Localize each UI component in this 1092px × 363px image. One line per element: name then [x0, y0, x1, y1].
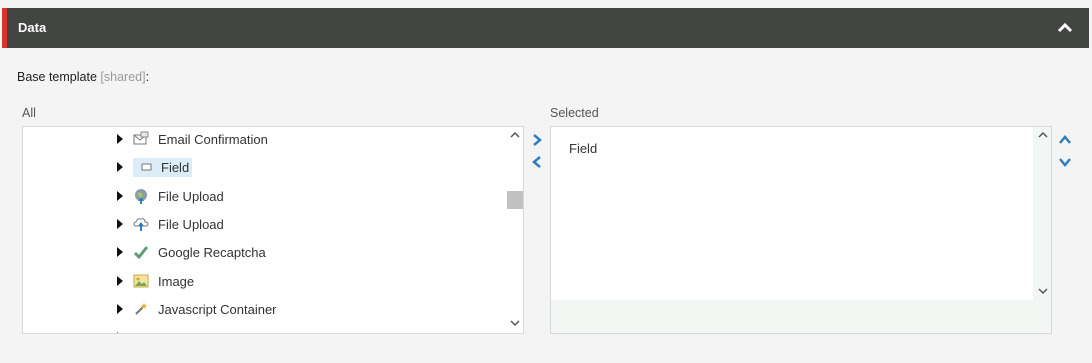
- selected-item-field[interactable]: Field: [569, 141, 597, 156]
- selected-templates-list[interactable]: Field: [550, 126, 1052, 334]
- selected-list-scrollbar[interactable]: [1034, 127, 1051, 333]
- expand-arrow-icon[interactable]: [117, 162, 123, 172]
- cloud-upload-icon: [133, 218, 149, 231]
- expand-arrow-icon[interactable]: [117, 219, 123, 229]
- expand-arrow-icon[interactable]: [117, 304, 123, 314]
- expand-arrow-icon[interactable]: [117, 134, 123, 144]
- all-list-scrollbar[interactable]: [506, 127, 523, 333]
- globe-upload-icon: [135, 189, 147, 204]
- section-title: Data: [18, 20, 47, 35]
- expand-arrow-icon[interactable]: [117, 191, 123, 201]
- move-down-icon[interactable]: [1058, 156, 1072, 168]
- selected-list-heading: Selected: [550, 106, 599, 120]
- tree-item-google-recaptcha[interactable]: Google Recaptcha: [117, 241, 269, 263]
- image-icon: [133, 274, 149, 288]
- header-accent-bar: [2, 8, 7, 48]
- move-left-icon[interactable]: [531, 155, 543, 169]
- all-list-heading: All: [22, 106, 36, 120]
- tree-item-image[interactable]: Image: [117, 270, 197, 292]
- tree-item-file-upload-1[interactable]: File Upload: [117, 185, 227, 207]
- tree-item-partial[interactable]: [117, 326, 133, 333]
- shared-indicator: [shared]: [100, 70, 146, 84]
- move-up-icon[interactable]: [1058, 134, 1072, 146]
- email-confirmation-icon: [133, 131, 149, 145]
- scroll-down-icon[interactable]: [1038, 287, 1048, 295]
- expand-arrow-icon[interactable]: [117, 276, 123, 286]
- field-icon: [141, 163, 152, 171]
- scroll-up-icon[interactable]: [1038, 131, 1048, 139]
- scrollbar-thumb[interactable]: [507, 191, 523, 209]
- all-templates-tree[interactable]: Email Confirmation Field File Upload Fil…: [22, 126, 524, 334]
- data-section-header[interactable]: Data: [2, 8, 1089, 48]
- tree-item-field[interactable]: Field: [117, 156, 193, 178]
- tree-item-javascript-container[interactable]: Javascript Container: [117, 298, 280, 320]
- scroll-down-icon[interactable]: [510, 319, 520, 327]
- tree-item-file-upload-2[interactable]: File Upload: [117, 213, 227, 235]
- expand-arrow-icon[interactable]: [117, 332, 123, 333]
- move-right-icon[interactable]: [531, 133, 543, 147]
- base-template-label: Base template [shared]:: [17, 70, 150, 84]
- expand-arrow-icon[interactable]: [117, 247, 123, 257]
- wand-icon: [135, 303, 147, 315]
- collapse-chevron-icon[interactable]: [1057, 22, 1073, 34]
- tree-item-email-confirmation[interactable]: Email Confirmation: [117, 128, 271, 150]
- scroll-up-icon[interactable]: [510, 131, 520, 139]
- checkmark-icon: [133, 246, 149, 260]
